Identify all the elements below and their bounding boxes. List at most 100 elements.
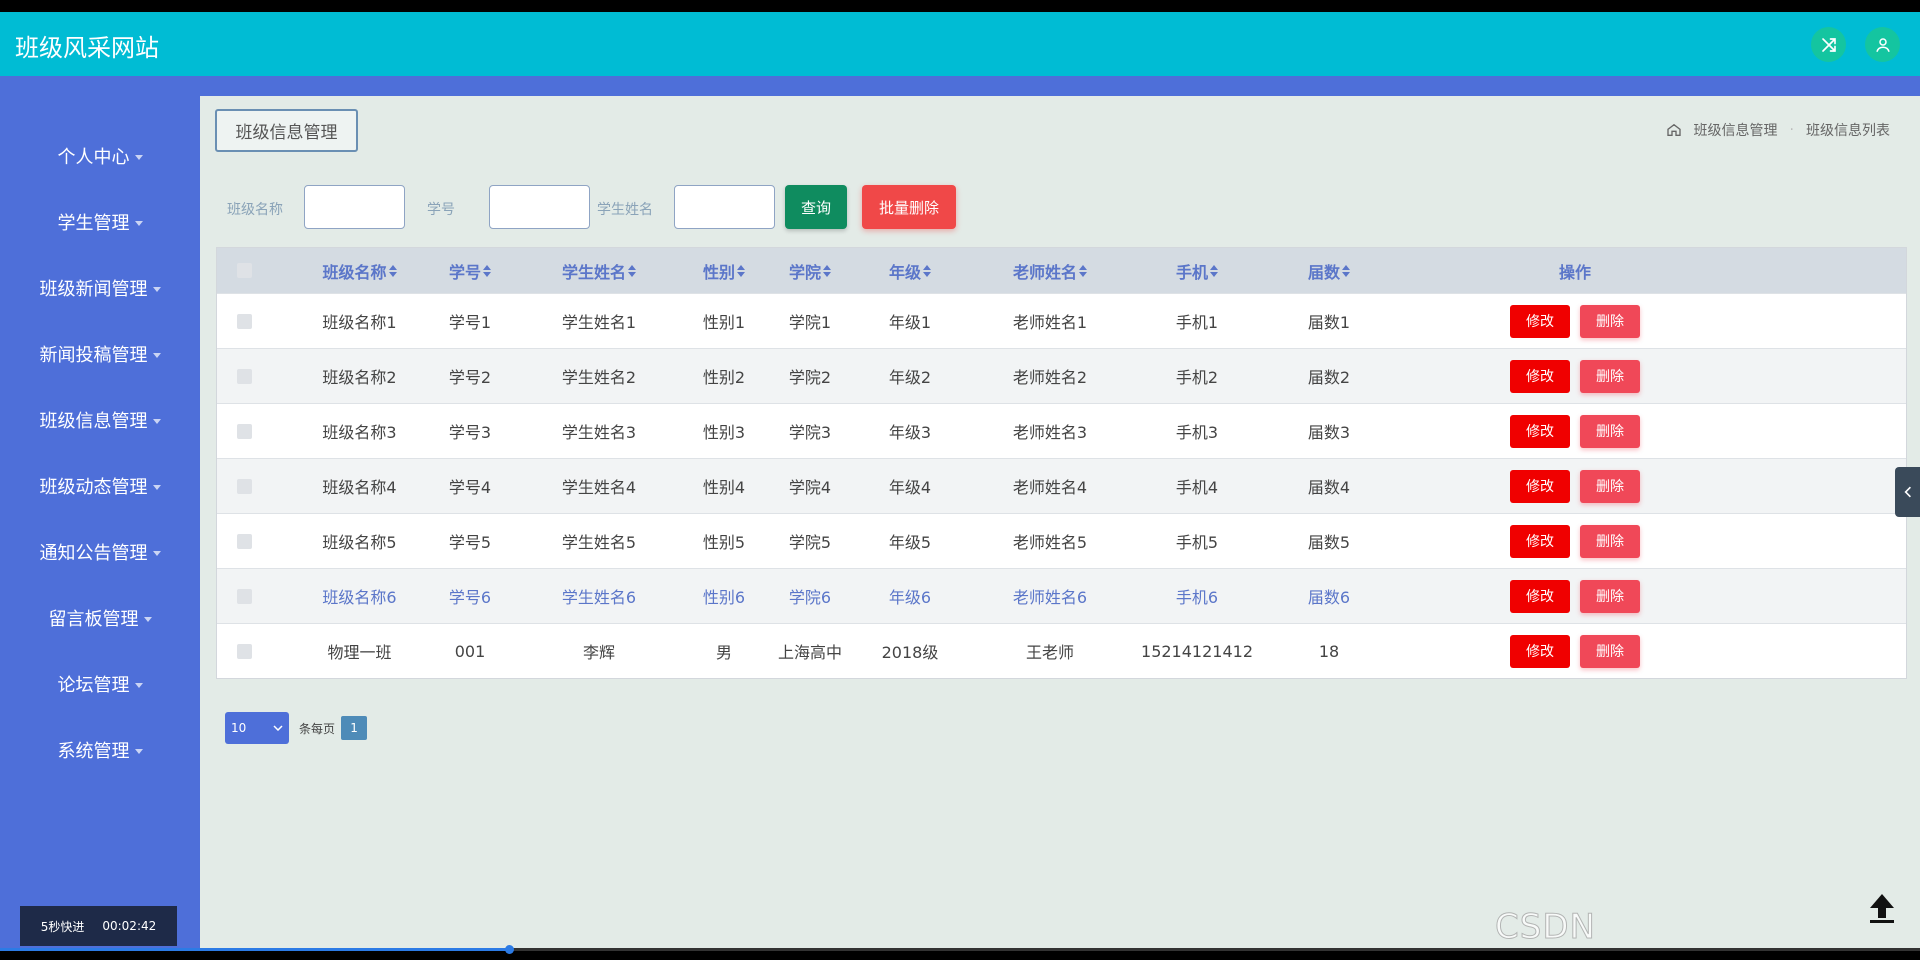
edit-button[interactable]: 修改	[1510, 414, 1570, 448]
skip-label[interactable]: 5秒快进	[41, 918, 85, 935]
edit-button[interactable]: 修改	[1510, 579, 1570, 613]
sort-icon[interactable]	[483, 264, 491, 277]
caret-down-icon	[143, 616, 152, 622]
breadcrumb-item[interactable]: 班级信息管理	[1694, 120, 1778, 140]
sidebar-item-news-submission[interactable]: 新闻投稿管理	[0, 334, 200, 374]
cell-college: 学院4	[788, 478, 832, 497]
page-tag[interactable]: 班级信息管理	[215, 109, 358, 152]
cell-grade: 年级5	[888, 533, 932, 552]
query-button[interactable]: 查询	[785, 185, 847, 229]
cell-class-name: 班级名称5	[322, 533, 397, 552]
sidebar-item-label: 班级新闻管理	[39, 279, 148, 300]
row-checkbox[interactable]	[217, 624, 272, 678]
delete-button[interactable]: 删除	[1580, 359, 1640, 393]
column-header-class-name[interactable]: 班级名称	[287, 248, 432, 293]
cell-phone: 手机3	[1175, 423, 1219, 442]
breadcrumb-separator: ·	[1789, 122, 1794, 138]
sort-icon[interactable]	[1210, 264, 1218, 277]
column-header-student-name[interactable]: 学生姓名	[519, 248, 679, 293]
sidebar-item-students[interactable]: 学生管理	[0, 202, 200, 242]
table-row[interactable]: 班级名称4 学号4 学生姓名4 性别4 学院4 年级4 老师姓名4 手机4 届数4 修改 删除	[217, 458, 1906, 513]
cell-session: 18	[1318, 641, 1340, 661]
sort-icon[interactable]	[923, 264, 931, 277]
sort-icon[interactable]	[1342, 264, 1350, 277]
sidebar-item-notices[interactable]: 通知公告管理	[0, 532, 200, 572]
edit-button[interactable]: 修改	[1510, 524, 1570, 558]
row-checkbox[interactable]	[217, 294, 272, 348]
column-header-label: 年级	[888, 262, 921, 282]
delete-button[interactable]: 删除	[1580, 304, 1640, 338]
video-skip-control[interactable]: 5秒快进 00:02:42	[20, 906, 177, 946]
column-header-student-no[interactable]: 学号	[430, 248, 510, 293]
edit-button[interactable]: 修改	[1510, 469, 1570, 503]
sort-icon[interactable]	[1079, 264, 1087, 277]
column-header-grade[interactable]: 年级	[865, 248, 955, 293]
page-number[interactable]: 1	[341, 716, 368, 740]
cell-student-no: 学号5	[448, 533, 492, 552]
side-panel-toggle[interactable]	[1895, 467, 1920, 517]
cell-phone: 手机6	[1175, 588, 1219, 607]
table-row[interactable]: 班级名称6 学号6 学生姓名6 性别6 学院6 年级6 老师姓名6 手机6 届数6 修改 删除	[217, 568, 1906, 623]
row-checkbox[interactable]	[217, 514, 272, 568]
cell-teacher-name: 老师姓名3	[1012, 423, 1088, 442]
table-body: 班级名称1 学号1 学生姓名1 性别1 学院1 年级1 老师姓名1 手机1 届数1 修改 删除 班级名…	[217, 293, 1906, 678]
cell-session: 届数4	[1307, 478, 1351, 497]
sort-icon[interactable]	[823, 264, 831, 277]
table-row[interactable]: 班级名称2 学号2 学生姓名2 性别2 学院2 年级2 老师姓名2 手机2 届数2 修改 删除	[217, 348, 1906, 403]
sort-icon[interactable]	[737, 264, 745, 277]
caret-down-icon	[152, 418, 161, 424]
caret-down-icon	[152, 484, 161, 490]
cell-actions: 修改 删除	[1425, 624, 1725, 678]
sidebar: 个人中心 学生管理 班级新闻管理 新闻投稿管理 班级信息管理 班级动态管理 通知…	[0, 96, 200, 948]
sidebar-item-personal-center[interactable]: 个人中心	[0, 136, 200, 176]
delete-button[interactable]: 删除	[1580, 634, 1640, 668]
cell-college: 学院6	[788, 588, 832, 607]
table-row[interactable]: 班级名称1 学号1 学生姓名1 性别1 学院1 年级1 老师姓名1 手机1 届数1 修改 删除	[217, 293, 1906, 348]
cell-class-name: 班级名称2	[322, 368, 397, 387]
sidebar-item-class-info[interactable]: 班级信息管理	[0, 400, 200, 440]
back-to-top-icon[interactable]	[1864, 890, 1900, 926]
user-icon[interactable]	[1865, 27, 1900, 62]
sidebar-item-label: 通知公告管理	[39, 543, 148, 564]
delete-button[interactable]: 删除	[1580, 414, 1640, 448]
column-header-phone[interactable]: 手机	[1147, 248, 1247, 293]
table-row[interactable]: 物理一班 001 李辉男上海高中 2018级 王老师 15214121412 18 修改 删除	[217, 623, 1906, 678]
sidebar-item-forum[interactable]: 论坛管理	[0, 664, 200, 704]
row-checkbox[interactable]	[217, 404, 272, 458]
row-checkbox[interactable]	[217, 349, 272, 403]
cell-class-name: 班级名称4	[322, 478, 397, 497]
edit-button[interactable]: 修改	[1510, 634, 1570, 668]
table-row[interactable]: 班级名称3 学号3 学生姓名3 性别3 学院3 年级3 老师姓名3 手机3 届数3 修改 删除	[217, 403, 1906, 458]
row-checkbox[interactable]	[217, 459, 272, 513]
delete-button[interactable]: 删除	[1580, 524, 1640, 558]
student-no-input[interactable]	[489, 185, 590, 229]
delete-button[interactable]: 删除	[1580, 469, 1640, 503]
sidebar-item-label: 系统管理	[57, 741, 130, 762]
page-size-select[interactable]: 10	[225, 712, 289, 744]
column-header-teacher-name[interactable]: 老师姓名	[965, 248, 1135, 293]
row-checkbox[interactable]	[217, 569, 272, 623]
edit-button[interactable]: 修改	[1510, 304, 1570, 338]
column-header-college[interactable]: 学院	[755, 248, 865, 293]
student-name-input[interactable]	[674, 185, 775, 229]
sidebar-item-system[interactable]: 系统管理	[0, 730, 200, 770]
shuffle-icon[interactable]	[1811, 27, 1846, 62]
video-progress-knob[interactable]	[504, 945, 514, 954]
edit-button[interactable]: 修改	[1510, 359, 1570, 393]
sidebar-item-class-dynamics[interactable]: 班级动态管理	[0, 466, 200, 506]
home-icon[interactable]	[1666, 122, 1682, 138]
select-all-checkbox[interactable]	[217, 248, 272, 293]
cell-grade: 年级2	[888, 368, 932, 387]
delete-button[interactable]: 删除	[1580, 579, 1640, 613]
cell-actions: 修改 删除	[1425, 514, 1725, 568]
sort-icon[interactable]	[628, 264, 636, 277]
video-progress-bar[interactable]	[0, 945, 1920, 954]
column-header-session[interactable]: 届数	[1259, 248, 1399, 293]
sidebar-item-class-news[interactable]: 班级新闻管理	[0, 268, 200, 308]
table-row[interactable]: 班级名称5 学号5 学生姓名5 性别5 学院5 年级5 老师姓名5 手机5 届数5 修改 删除	[217, 513, 1906, 568]
sidebar-item-message-board[interactable]: 留言板管理	[0, 598, 200, 638]
class-name-input[interactable]	[304, 185, 405, 229]
cell-grade: 年级4	[888, 478, 932, 497]
sort-icon[interactable]	[388, 264, 397, 277]
batch-delete-button[interactable]: 批量删除	[862, 185, 956, 229]
